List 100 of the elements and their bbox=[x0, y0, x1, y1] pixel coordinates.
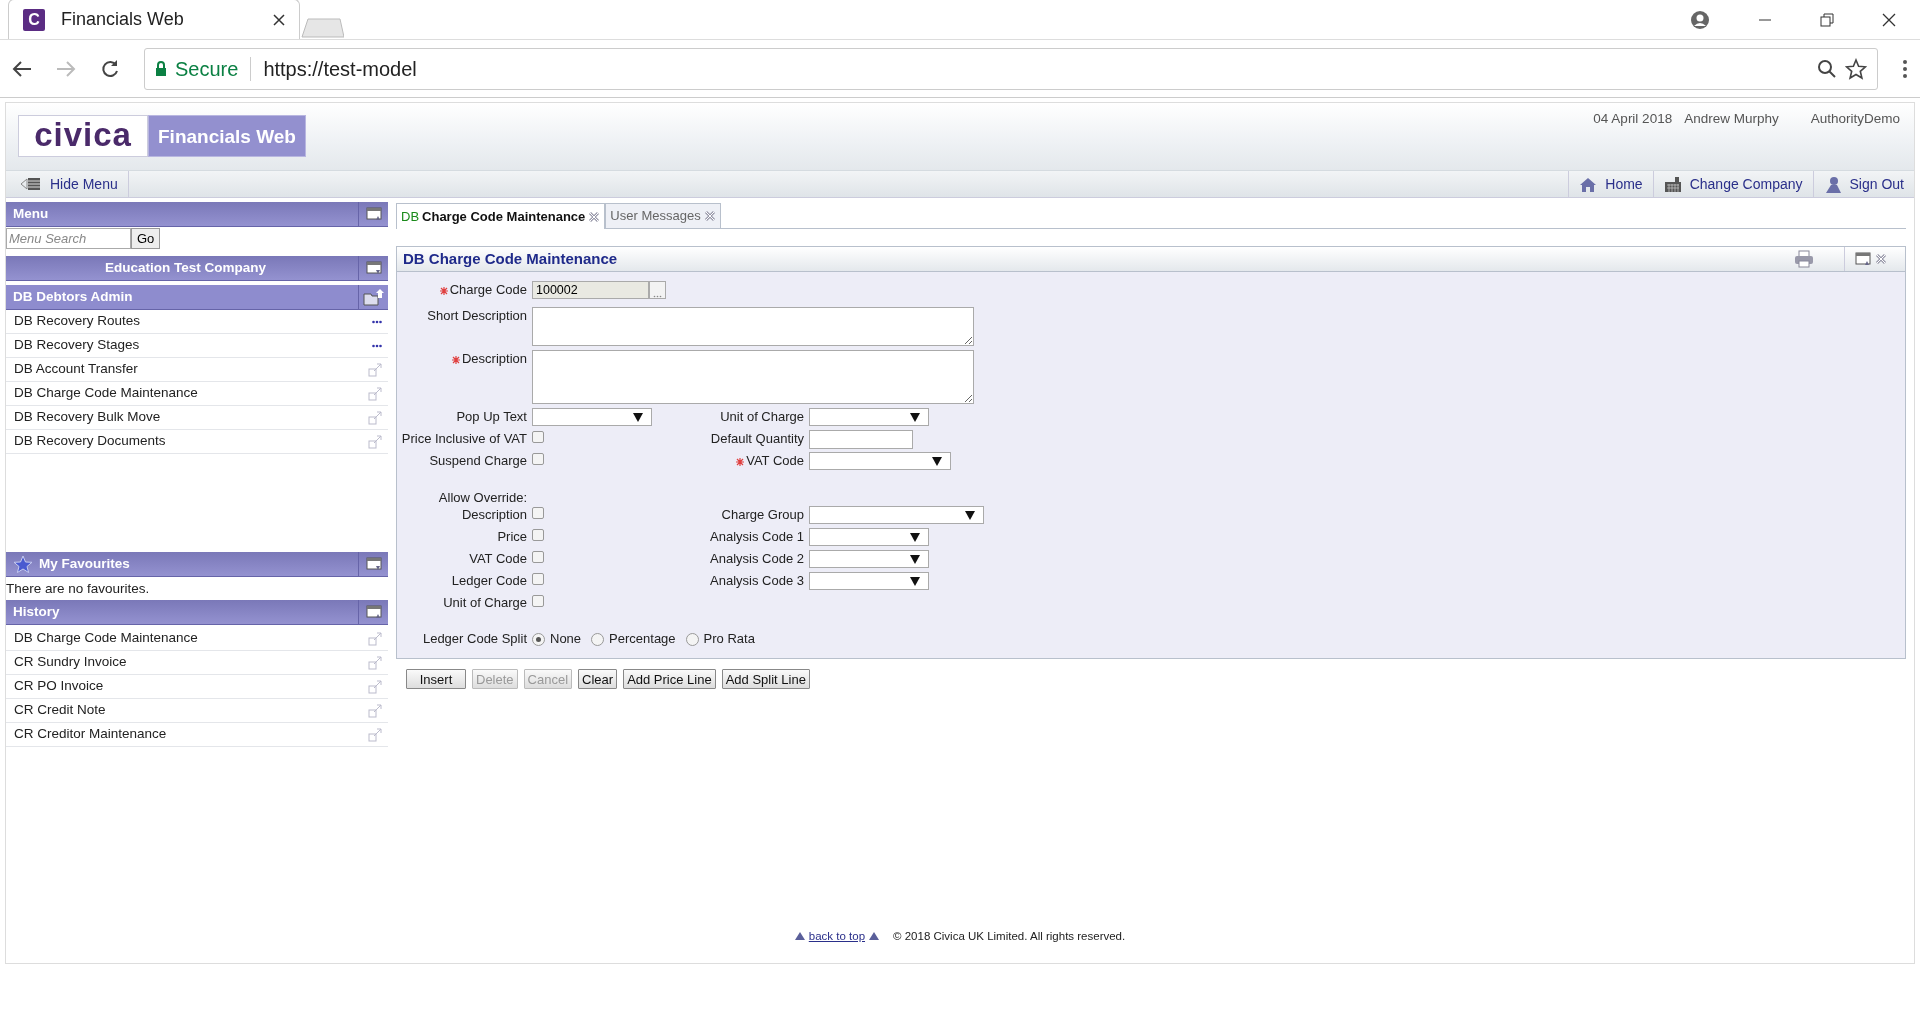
lookup-button[interactable] bbox=[649, 281, 666, 299]
external-link-icon bbox=[368, 362, 382, 377]
tab[interactable]: DB Charge Code Maintenance bbox=[396, 203, 606, 229]
dropdown[interactable] bbox=[809, 528, 929, 546]
menu-item[interactable]: DB Recovery Documents bbox=[6, 430, 388, 454]
form-button[interactable]: Insert bbox=[406, 669, 466, 689]
panel-title: My Favourites bbox=[39, 554, 131, 573]
menu-item[interactable]: CR Credit Note bbox=[6, 699, 388, 723]
browser-tab[interactable]: C Financials Web bbox=[8, 0, 300, 39]
required-icon bbox=[451, 356, 460, 365]
menu-item[interactable]: DB Recovery Routes bbox=[6, 310, 388, 334]
field-label: Charge Group bbox=[721, 507, 804, 522]
field-label: Default Quantity bbox=[710, 431, 804, 446]
radio-button[interactable] bbox=[532, 632, 545, 646]
print-icon[interactable] bbox=[1794, 250, 1814, 268]
form-button[interactable]: Add Price Line bbox=[623, 669, 716, 689]
checkbox[interactable] bbox=[532, 453, 544, 465]
field-label: Price Inclusive of VAT bbox=[401, 431, 527, 446]
checkbox[interactable] bbox=[532, 529, 544, 541]
field-label: Allow Override: bbox=[438, 490, 527, 505]
close-icon[interactable] bbox=[1882, 12, 1896, 27]
dropdown-arrow-icon bbox=[910, 554, 920, 564]
lock-icon bbox=[155, 60, 167, 77]
text-area[interactable] bbox=[532, 307, 974, 346]
folder-up-icon[interactable] bbox=[362, 288, 385, 306]
star-icon[interactable] bbox=[1845, 57, 1867, 80]
address-bar[interactable]: Secure https://test-model bbox=[144, 47, 1878, 90]
checkbox[interactable] bbox=[532, 573, 544, 585]
url-text: https://test-model bbox=[263, 56, 418, 82]
close-icon[interactable] bbox=[273, 13, 285, 26]
external-link-icon bbox=[368, 679, 382, 694]
radio-button[interactable] bbox=[591, 632, 605, 646]
dropdown[interactable] bbox=[809, 408, 929, 426]
menu-item[interactable]: CR Sundry Invoice bbox=[6, 651, 388, 675]
account-icon[interactable] bbox=[1690, 9, 1710, 30]
menu-icon[interactable] bbox=[1902, 58, 1908, 79]
more-icon bbox=[372, 319, 382, 324]
field-label: Analysis Code 1 bbox=[710, 529, 804, 544]
field-label: Description bbox=[461, 507, 527, 522]
nav-link[interactable]: Sign Out bbox=[1812, 171, 1914, 197]
building-icon bbox=[1663, 175, 1682, 193]
field-label: Ledger Code bbox=[451, 573, 527, 588]
nav-link[interactable]: Change Company bbox=[1652, 171, 1813, 197]
hide-menu-button[interactable]: Hide Menu bbox=[6, 171, 129, 197]
search-field[interactable]: Menu Search bbox=[6, 228, 131, 249]
menu-item[interactable]: CR PO Invoice bbox=[6, 675, 388, 699]
reload-icon[interactable] bbox=[100, 58, 120, 79]
checkbox[interactable] bbox=[532, 431, 544, 443]
input-field[interactable] bbox=[809, 430, 913, 449]
menu-item[interactable]: DB Account Transfer bbox=[6, 358, 388, 382]
external-link-icon bbox=[368, 434, 382, 449]
field-label: Charge Code bbox=[439, 282, 527, 297]
back-icon[interactable] bbox=[12, 59, 32, 78]
collapse-icon[interactable] bbox=[365, 207, 382, 221]
date-text: 04 April 2018 bbox=[1593, 110, 1673, 128]
dropdown[interactable] bbox=[809, 506, 984, 524]
field-label: Unit of Charge bbox=[720, 409, 804, 424]
menu-item[interactable]: DB Recovery Stages bbox=[6, 334, 388, 358]
checkbox[interactable] bbox=[532, 595, 544, 607]
checkbox[interactable] bbox=[532, 507, 544, 519]
option-label: Percentage bbox=[609, 630, 676, 649]
collapse-icon[interactable] bbox=[365, 261, 382, 275]
text-area[interactable] bbox=[532, 350, 974, 404]
menu-item[interactable]: DB Charge Code Maintenance bbox=[6, 627, 388, 651]
item-label: DB Recovery Documents bbox=[14, 432, 167, 451]
input-field[interactable]: 100002 bbox=[532, 281, 649, 299]
dropdown-arrow-icon bbox=[910, 412, 920, 422]
go-button[interactable]: Go bbox=[131, 228, 161, 249]
dropdown-arrow-icon bbox=[932, 456, 942, 466]
hide-menu-icon bbox=[20, 176, 42, 192]
logo: civica bbox=[18, 115, 148, 157]
menu-item[interactable]: CR Creditor Maintenance bbox=[6, 723, 388, 747]
external-link-icon bbox=[368, 703, 382, 718]
external-link-icon bbox=[368, 727, 382, 742]
collapse-icon[interactable] bbox=[365, 605, 382, 619]
menu-item[interactable]: DB Charge Code Maintenance bbox=[6, 382, 388, 406]
new-tab-icon[interactable] bbox=[300, 17, 344, 39]
dropdown[interactable] bbox=[532, 408, 652, 426]
tab[interactable]: User Messages bbox=[605, 203, 721, 228]
field-label: Unit of Charge bbox=[443, 595, 527, 610]
nav-link[interactable]: Home bbox=[1568, 171, 1653, 197]
authority-name: AuthorityDemo bbox=[1810, 110, 1900, 128]
radio-button[interactable] bbox=[685, 632, 699, 646]
collapse-icon[interactable] bbox=[365, 557, 382, 571]
user-name: Andrew Murphy bbox=[1684, 110, 1779, 128]
menu-item[interactable]: DB Recovery Bulk Move bbox=[6, 406, 388, 430]
dropdown[interactable] bbox=[809, 452, 951, 470]
zoom-icon[interactable] bbox=[1817, 58, 1837, 79]
external-link-icon bbox=[368, 631, 382, 646]
back-to-top-link[interactable]: back to top bbox=[808, 927, 866, 945]
restore-icon[interactable] bbox=[1820, 12, 1834, 27]
checkbox[interactable] bbox=[532, 551, 544, 563]
dropdown[interactable] bbox=[809, 572, 929, 590]
dropdown[interactable] bbox=[809, 550, 929, 568]
form-button[interactable]: Add Split Line bbox=[721, 669, 810, 689]
field-label: Analysis Code 3 bbox=[710, 573, 804, 588]
form-button[interactable]: Clear bbox=[578, 669, 618, 689]
forward-icon[interactable] bbox=[56, 59, 76, 78]
window-icon[interactable] bbox=[1855, 252, 1871, 266]
person-icon bbox=[1823, 175, 1842, 193]
